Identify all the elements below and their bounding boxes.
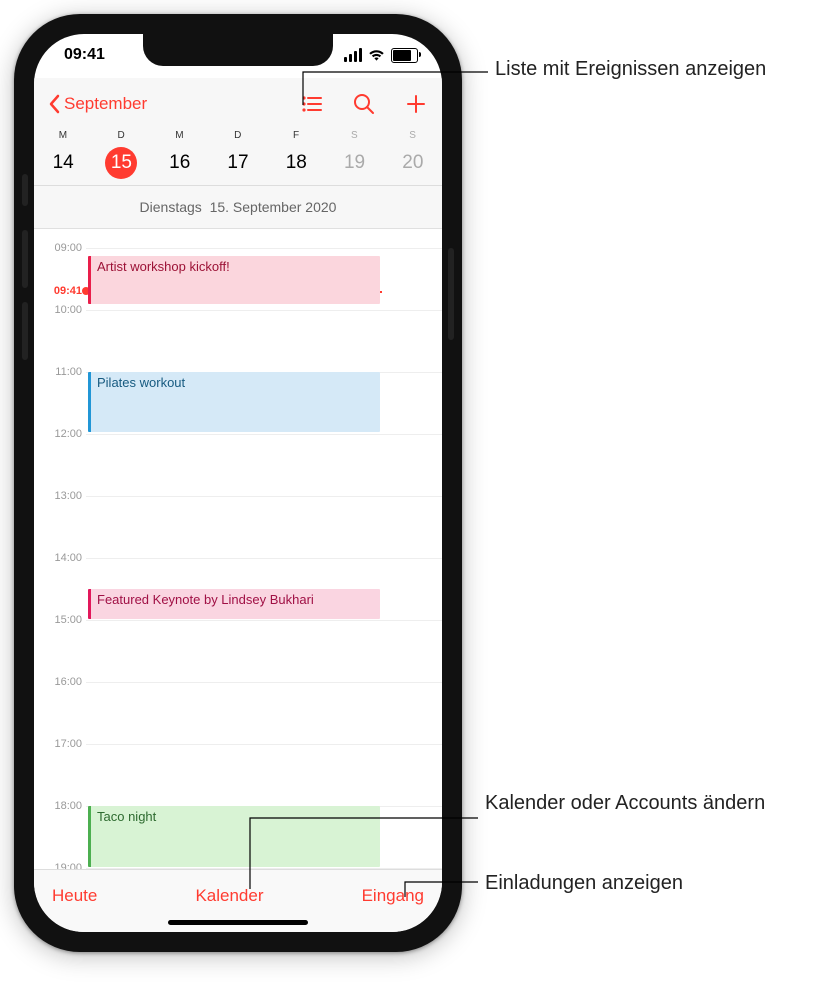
weekday-header: F [267,130,325,141]
day-cell[interactable]: 19 [325,147,383,179]
ring-switch [22,174,28,206]
hour-label: 17:00 [34,738,82,750]
list-icon[interactable] [300,92,324,116]
back-label: September [64,94,147,114]
power-button [448,248,454,340]
event-block[interactable]: Taco night [88,806,380,867]
event-block[interactable]: Featured Keynote by Lindsey Bukhari [88,589,380,619]
hour-label: 12:00 [34,428,82,440]
hour-label: 11:00 [34,366,82,378]
hour-label: 15:00 [34,614,82,626]
day-cell[interactable]: 14 [34,147,92,179]
day-cell-selected[interactable]: 15 [92,147,150,179]
home-indicator[interactable] [168,920,308,925]
battery-icon [391,48,418,63]
hour-label: 18:00 [34,800,82,812]
add-icon[interactable] [404,92,428,116]
weekday-header: D [209,130,267,141]
weekday-header: M [151,130,209,141]
weekday-header: S [384,130,442,141]
hour-label: 16:00 [34,676,82,688]
day-cell[interactable]: 18 [267,147,325,179]
chevron-left-icon [48,94,60,114]
callout-invites: Einladungen anzeigen [485,870,805,896]
event-block[interactable]: Pilates workout [88,372,380,432]
day-cell[interactable]: 17 [209,147,267,179]
callout-list: Liste mit Ereignissen anzeigen [495,56,805,82]
phone-frame: 09:41 September [14,14,462,952]
search-icon[interactable] [352,92,376,116]
inbox-button[interactable]: Eingang [362,886,424,906]
weekday-header: S [325,130,383,141]
day-cell[interactable]: 16 [151,147,209,179]
hour-label: 10:00 [34,304,82,316]
calendars-button[interactable]: Kalender [195,886,263,906]
volume-down-button [22,302,28,360]
weekday-header: M [34,130,92,141]
timeline[interactable]: 09:00 10:00 11:00 12:00 13:00 14:00 15:0… [34,230,442,880]
today-button[interactable]: Heute [52,886,97,906]
week-strip: M D M D F S S 14 15 16 17 18 19 20 [34,126,442,186]
cellular-icon [344,48,362,62]
back-button[interactable]: September [48,94,147,114]
now-time-label: 09:41 [34,285,82,297]
nav-bar: September [34,82,442,126]
notch [143,34,333,66]
screen: 09:41 September [34,34,442,932]
hour-label: 09:00 [34,242,82,254]
day-cell[interactable]: 20 [384,147,442,179]
wifi-icon [368,49,385,62]
hour-label: 14:00 [34,552,82,564]
callout-calendars: Kalender oder Accounts ändern [485,790,795,816]
full-date-label: Dienstags 15. September 2020 [34,199,442,223]
weekday-header: D [92,130,150,141]
status-time: 09:41 [64,46,105,64]
event-block[interactable]: Artist workshop kickoff! [88,256,380,304]
volume-up-button [22,230,28,288]
hour-label: 13:00 [34,490,82,502]
